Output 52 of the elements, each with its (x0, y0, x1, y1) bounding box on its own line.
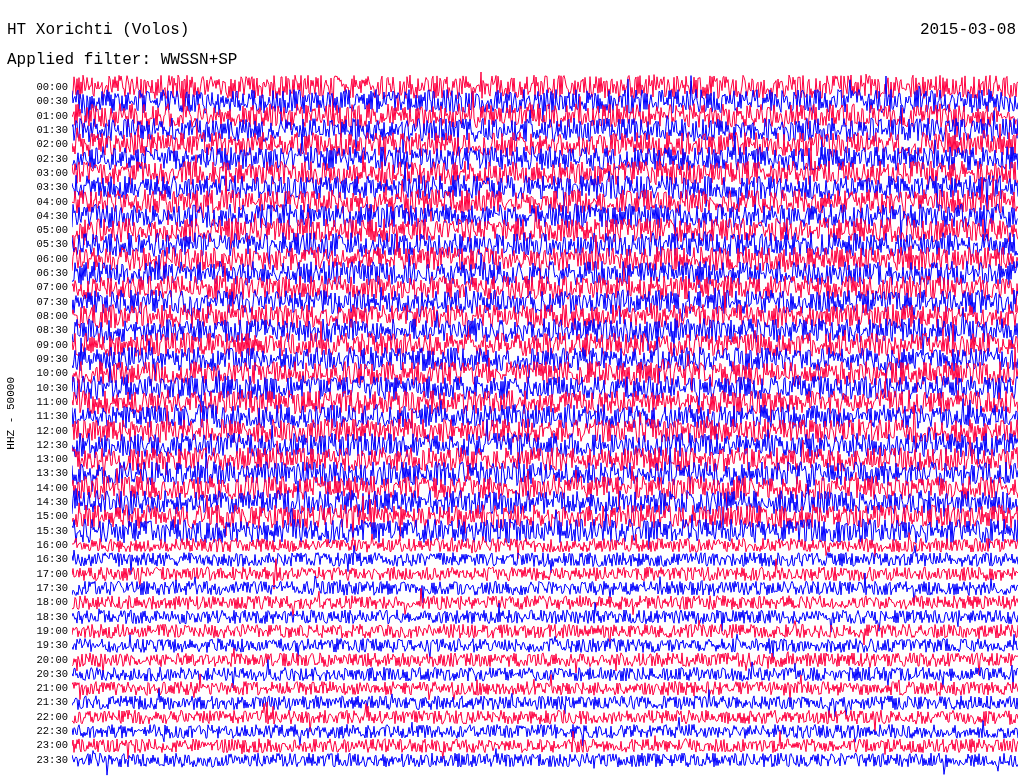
time-label: 11:00 (35, 394, 69, 410)
time-label: 14:30 (35, 495, 69, 510)
time-label: 15:30 (35, 523, 69, 538)
time-label: 20:30 (35, 666, 69, 682)
time-label: 05:30 (35, 237, 69, 252)
time-label: 01:30 (35, 122, 69, 138)
time-label: 13:30 (35, 466, 69, 481)
time-label: 05:00 (35, 223, 69, 238)
time-label: 04:30 (35, 208, 69, 224)
time-label: 08:00 (35, 309, 69, 324)
time-label: 04:00 (35, 194, 69, 209)
time-label: 02:30 (35, 151, 69, 166)
time-label: 07:00 (35, 280, 69, 295)
time-label: 01:00 (35, 108, 69, 123)
time-label: 10:30 (35, 380, 69, 395)
time-label: 19:00 (35, 623, 69, 639)
filter-label: Applied filter: WWSSN+SP (7, 51, 238, 69)
time-label: 21:00 (35, 681, 69, 696)
time-label: 17:00 (35, 566, 69, 581)
time-label: 16:00 (35, 538, 69, 553)
time-label: 10:00 (35, 366, 69, 381)
time-label: 16:30 (35, 552, 69, 567)
time-label: 09:30 (35, 351, 69, 367)
time-label: 07:30 (35, 294, 69, 309)
channel-label: HHZ - 50000 (5, 377, 17, 450)
time-label: 03:00 (35, 165, 69, 181)
station-title: HT Xorichti (Volos) (7, 20, 190, 41)
time-label: 14:00 (35, 480, 69, 496)
time-label: 02:00 (35, 137, 69, 152)
time-label: 09:00 (35, 337, 69, 352)
time-label: 11:30 (35, 409, 69, 424)
time-label: 22:30 (35, 724, 69, 739)
time-label: 23:30 (35, 752, 69, 767)
time-label: 00:30 (35, 94, 69, 109)
time-label: 18:30 (35, 609, 69, 624)
time-label: 08:30 (35, 323, 69, 338)
time-label: 18:00 (35, 595, 69, 610)
time-label: 21:30 (35, 695, 69, 710)
time-label: 17:30 (35, 580, 69, 596)
time-label: 00:00 (35, 80, 69, 95)
time-label: 20:00 (35, 652, 69, 667)
time-label: 06:30 (35, 266, 69, 281)
time-label: 03:30 (35, 180, 69, 195)
time-label: 15:00 (35, 509, 69, 524)
date-label: 2015-03-08 (920, 20, 1016, 41)
time-label: 12:30 (35, 437, 69, 453)
time-label: 23:00 (35, 738, 69, 753)
time-label: 06:00 (35, 251, 69, 267)
time-label: 19:30 (35, 638, 69, 653)
time-label: 13:00 (35, 452, 69, 467)
time-label: 12:00 (35, 423, 69, 438)
time-label: 22:00 (35, 709, 69, 725)
